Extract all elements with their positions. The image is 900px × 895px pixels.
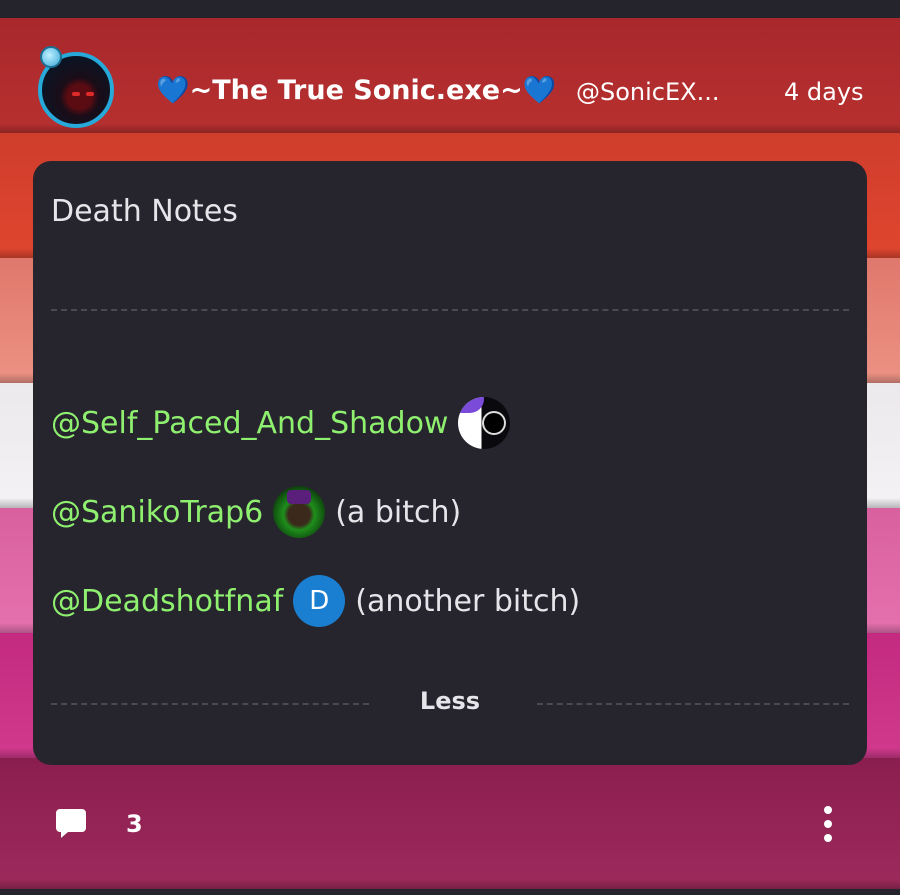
heart-icon: 💙 [156,75,190,106]
mention-note: (a bitch) [335,494,462,530]
post-header: 💙~The True Sonic.exe~💙 @SonicEX... 4 day… [0,38,900,146]
mention-link[interactable]: @Deadshotfnaf [51,584,283,619]
less-button[interactable]: Less [51,687,849,715]
heart-icon: 💙 [522,75,557,106]
collapse-row: Less [51,687,849,717]
avatar-badge-icon [40,46,62,68]
more-vertical-icon[interactable] [818,806,838,842]
dashed-divider [51,309,849,311]
mention-row: @Deadshotfnaf D (another bitch) [51,575,580,627]
bottom-edge [0,889,900,895]
comment-icon[interactable] [54,806,88,840]
author-handle[interactable]: @SonicEX... [576,78,738,106]
mention-note: (another bitch) [355,583,581,619]
mention-avatar[interactable]: D [293,575,346,627]
mention-avatar[interactable] [458,397,511,449]
author-name-text: ~The True Sonic.exe~ [189,75,523,106]
post-time: 4 days [784,78,864,106]
mention-row: @SanikoTrap6 (a bitch) [51,486,461,538]
author-name[interactable]: 💙~The True Sonic.exe~💙 [156,74,556,106]
comment-count: 3 [126,810,143,838]
mention-avatar[interactable] [273,486,326,538]
post-footer: 3 [0,790,900,860]
mention-row: @Self_Paced_And_Shadow [51,397,511,449]
mention-link[interactable]: @SanikoTrap6 [51,495,263,530]
post-card: Death Notes @Self_Paced_And_Shadow @Sani… [33,161,867,765]
mention-link[interactable]: @Self_Paced_And_Shadow [51,406,448,441]
post-title: Death Notes [51,194,238,229]
avatar-eye [86,92,94,96]
avatar-eye [72,92,80,96]
